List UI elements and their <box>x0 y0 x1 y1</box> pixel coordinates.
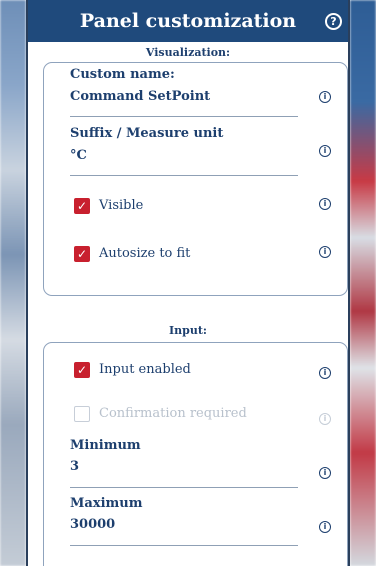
suffix-input[interactable]: °C <box>70 148 87 163</box>
custom-name-input[interactable]: Command SetPoint <box>70 89 210 104</box>
info-icon[interactable]: i <box>319 145 331 157</box>
input-section-title: Input: <box>169 324 207 337</box>
info-icon[interactable]: i <box>319 521 331 533</box>
info-icon[interactable]: i <box>319 198 331 210</box>
custom-name-label: Custom name: <box>70 67 175 82</box>
visible-checkbox[interactable]: ✓ <box>74 198 90 214</box>
maximum-input[interactable]: 30000 <box>70 517 115 532</box>
visible-label: Visible <box>99 198 144 213</box>
background-right-blur <box>350 0 376 566</box>
background-left-blur <box>0 0 26 566</box>
info-icon[interactable]: i <box>319 467 331 479</box>
panel-title: Panel customization <box>79 10 297 32</box>
maximum-label: Maximum <box>70 496 143 511</box>
info-icon[interactable]: i <box>319 367 331 379</box>
minimum-label: Minimum <box>70 438 141 453</box>
input-enabled-checkbox[interactable]: ✓ <box>74 362 90 378</box>
info-icon: i <box>319 413 331 425</box>
custom-name-underline <box>70 116 298 117</box>
confirmation-required-label: Confirmation required <box>99 406 247 421</box>
input-enabled-label: Input enabled <box>99 362 191 377</box>
panel-customization-dialog: Panel customization ? Visualization: Cus… <box>26 0 350 566</box>
minimum-input[interactable]: 3 <box>70 459 79 474</box>
question-circle-icon[interactable]: ? <box>325 13 342 30</box>
visualization-section-title: Visualization: <box>145 46 231 59</box>
autosize-label: Autosize to fit <box>99 246 191 261</box>
suffix-label: Suffix / Measure unit <box>70 126 224 141</box>
suffix-underline <box>70 175 298 176</box>
maximum-underline <box>70 545 298 546</box>
confirmation-required-checkbox[interactable] <box>74 406 90 422</box>
autosize-checkbox[interactable]: ✓ <box>74 246 90 262</box>
info-icon[interactable]: i <box>319 246 331 258</box>
minimum-underline <box>70 487 298 488</box>
info-icon[interactable]: i <box>319 91 331 103</box>
panel-header: Panel customization ? <box>28 0 348 42</box>
